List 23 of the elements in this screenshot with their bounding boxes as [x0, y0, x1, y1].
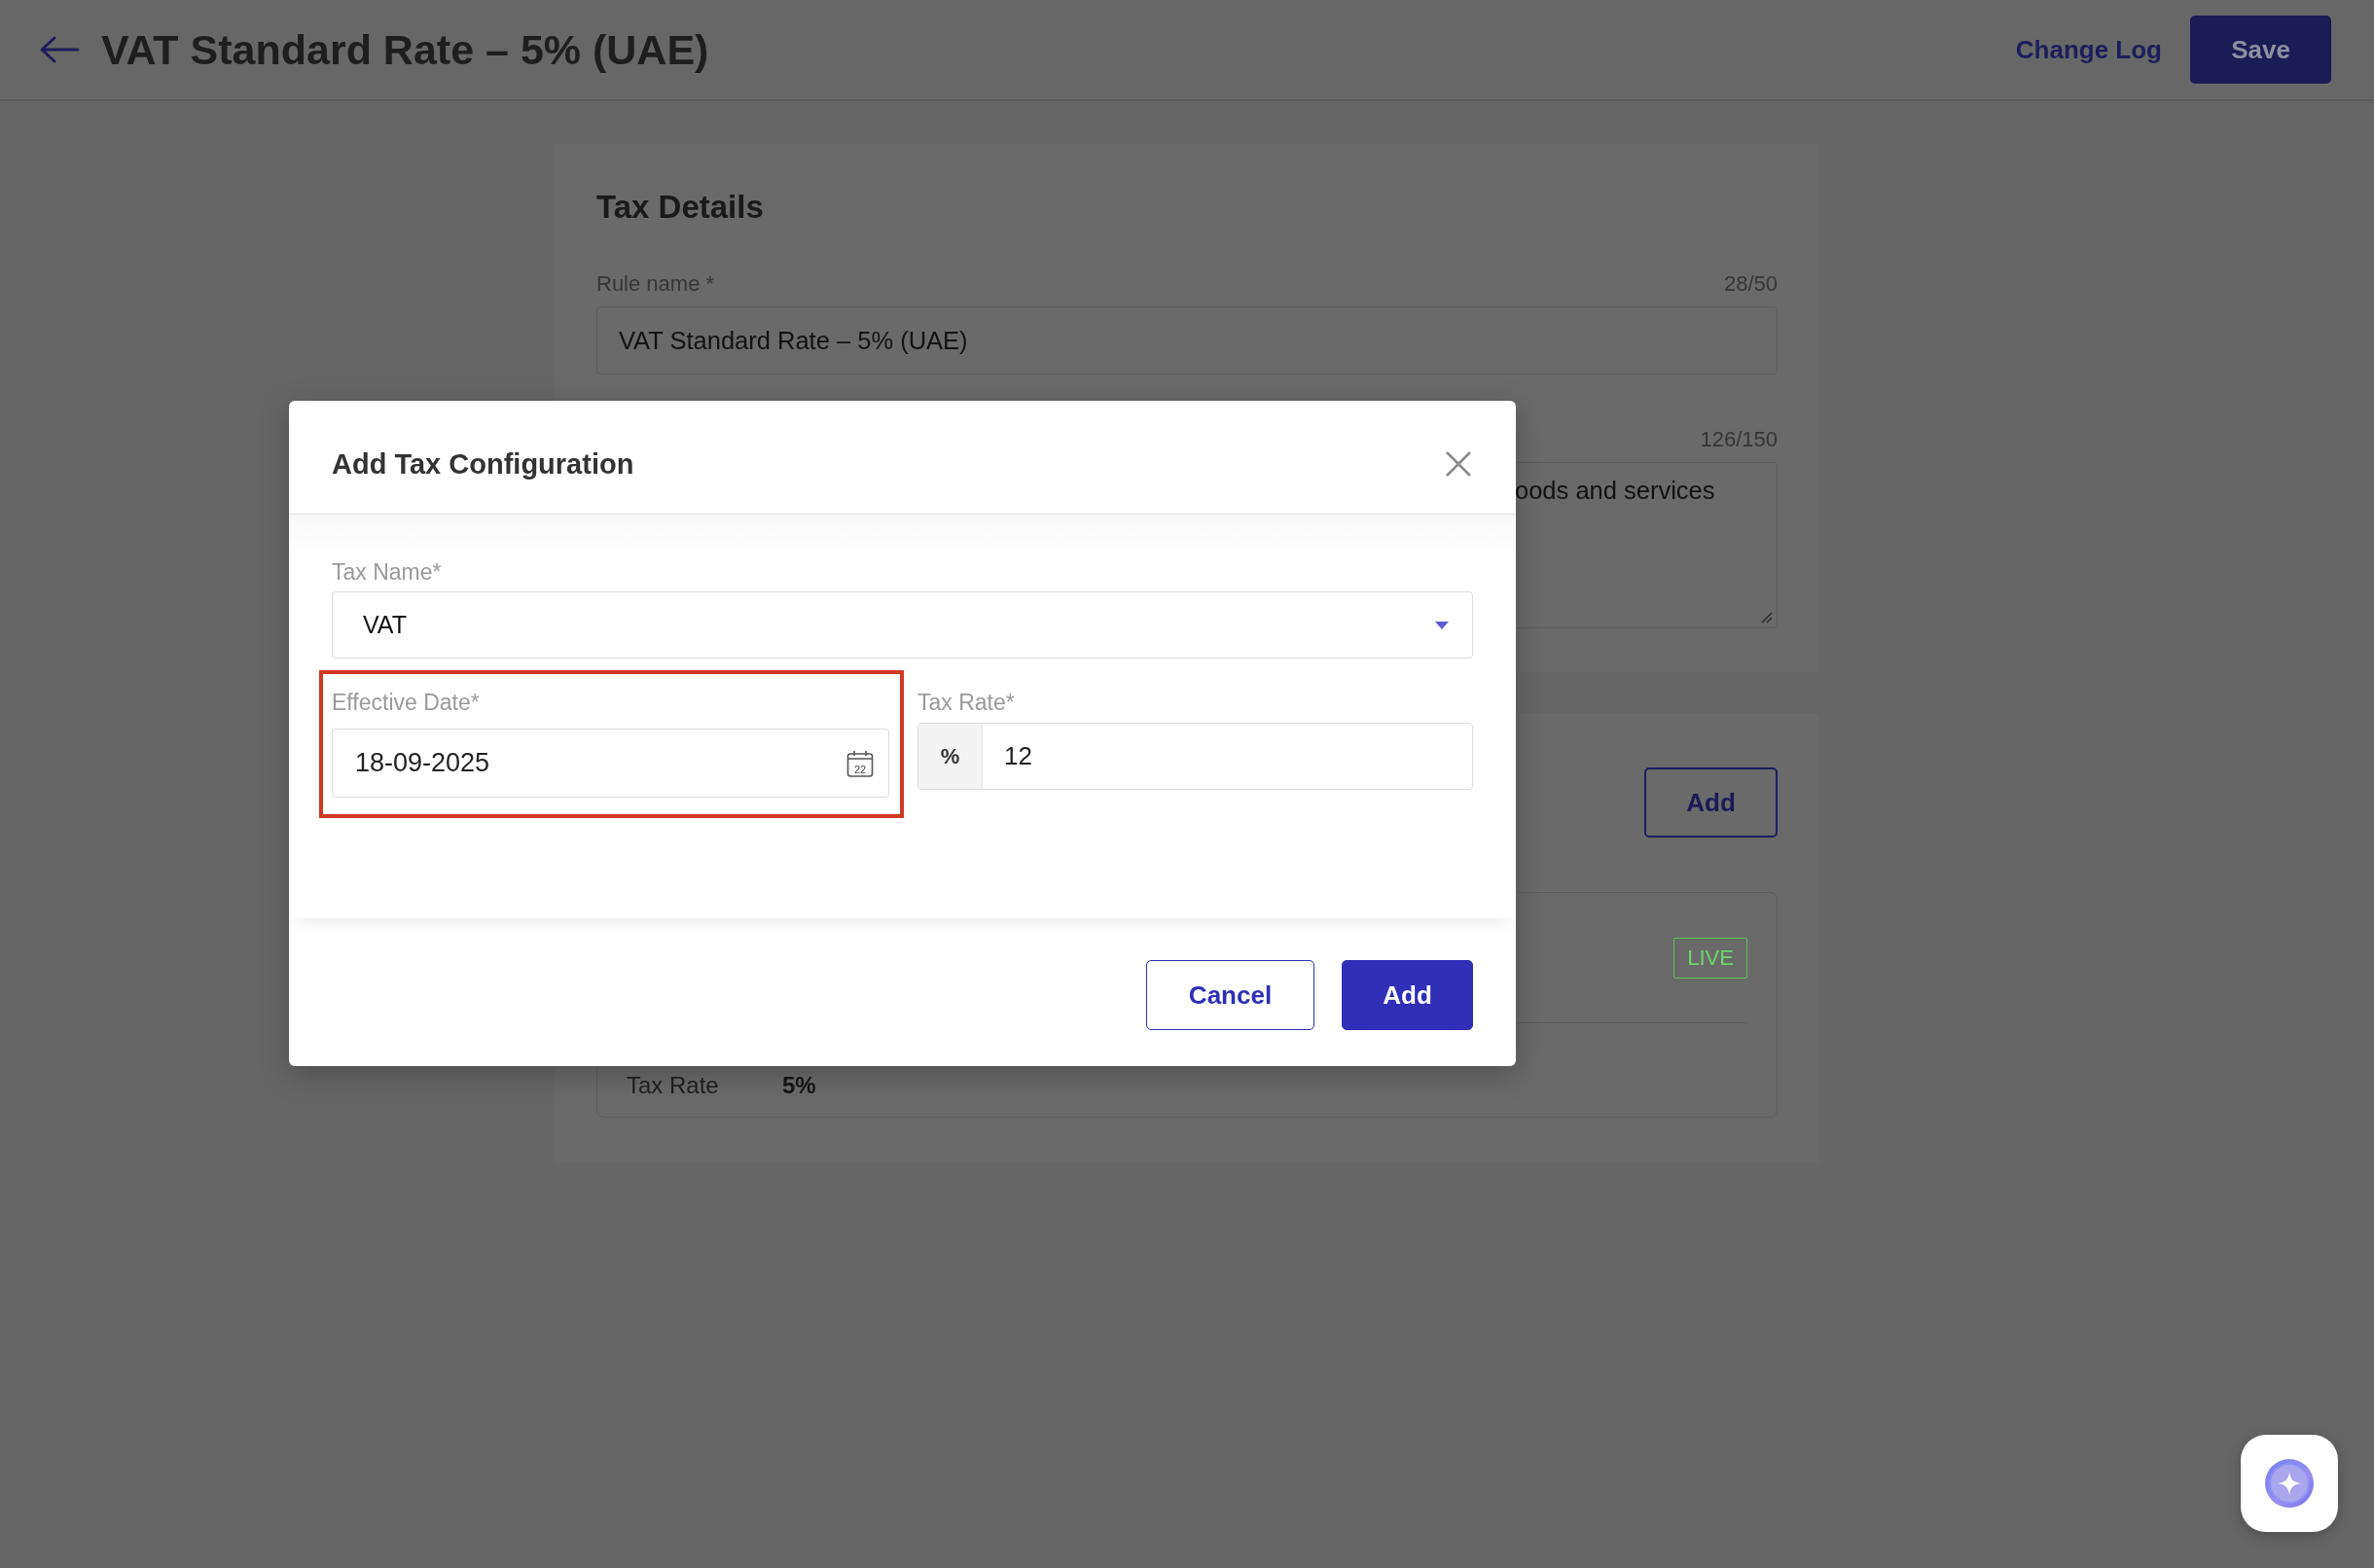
sparkle-icon — [2264, 1458, 2315, 1509]
detail-label: Tax Rate — [627, 1072, 720, 1099]
add-button[interactable]: Add — [1342, 960, 1473, 1030]
assistant-button[interactable] — [2241, 1435, 2338, 1532]
field-label: Tax Rate* — [917, 691, 1016, 715]
status-badge: LIVE — [1673, 937, 1747, 979]
field-label: Effective Date* — [332, 691, 481, 715]
close-icon[interactable] — [1444, 449, 1473, 479]
field-label: Tax Name* — [332, 560, 443, 585]
percent-prefix: % — [918, 724, 983, 789]
caret-down-icon — [1435, 621, 1449, 629]
save-button[interactable]: Save — [2190, 16, 2331, 84]
back-arrow-icon[interactable] — [39, 35, 80, 64]
tax-name-select[interactable]: VAT — [332, 591, 1473, 659]
page-title: VAT Standard Rate – 5% (UAE) — [101, 25, 710, 74]
detail-value: 5% — [782, 1072, 816, 1099]
resize-grip-icon[interactable] — [1759, 610, 1773, 624]
section-title: Tax Details — [596, 188, 765, 227]
dialog-title: Add Tax Configuration — [332, 447, 634, 481]
tax-rate-field[interactable]: % 12 — [917, 723, 1473, 790]
tax-rate-value: 12 — [1004, 741, 1032, 771]
date-field[interactable]: 18-09-2025 22 — [332, 729, 889, 798]
cancel-button[interactable]: Cancel — [1146, 960, 1314, 1030]
